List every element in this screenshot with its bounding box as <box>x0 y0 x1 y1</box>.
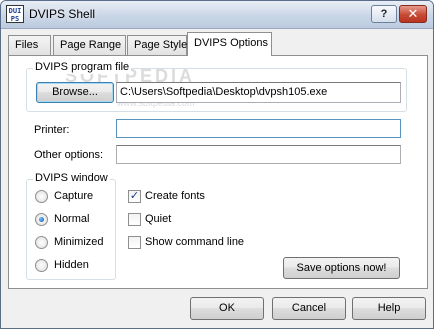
printer-label: Printer: <box>34 124 70 136</box>
tab-label: Files <box>15 39 39 51</box>
quiet-checkbox[interactable] <box>128 213 141 226</box>
tab-label: DVIPS Options <box>194 37 268 49</box>
ok-button[interactable]: OK <box>190 297 264 320</box>
create-fonts-label: Create fonts <box>145 190 205 202</box>
help-label: Help <box>377 302 401 314</box>
dvips-window-group-label: DVIPS window <box>33 172 110 185</box>
quiet-label: Quiet <box>145 213 172 225</box>
tab-label: Page Range <box>60 39 122 51</box>
cancel-button[interactable]: Cancel <box>272 297 346 320</box>
browse-button-label: Browse... <box>52 86 98 98</box>
program-path-value: C:\Users\Softpedia\Desktop\dvpsh105.exe <box>120 86 328 98</box>
radio-capture[interactable] <box>35 190 48 203</box>
radio-hidden-label: Hidden <box>54 259 89 271</box>
close-icon: ✕ <box>407 6 419 21</box>
close-button[interactable]: ✕ <box>399 5 427 23</box>
window-title: DVIPS Shell <box>29 7 96 21</box>
show-command-line-checkbox[interactable] <box>128 236 141 249</box>
radio-hidden[interactable] <box>35 259 48 272</box>
cancel-label: Cancel <box>291 302 327 314</box>
radio-normal[interactable] <box>35 213 48 226</box>
dvips-options-panel: SOFTPEDIA www.softpedia.com DVIPS progra… <box>8 55 428 289</box>
title-bar[interactable]: DUI PS DVIPS Shell ? ✕ <box>1 1 433 29</box>
radio-capture-label: Capture <box>54 190 94 202</box>
help-title-button[interactable]: ? <box>371 5 397 23</box>
show-command-line-label: Show command line <box>145 236 245 248</box>
ok-label: OK <box>219 302 235 314</box>
question-mark-icon: ? <box>380 8 388 20</box>
other-options-input[interactable] <box>116 145 401 164</box>
tab-label: Page Style <box>134 39 188 51</box>
radio-minimized[interactable] <box>35 236 48 249</box>
browse-button[interactable]: Browse... <box>36 82 114 103</box>
save-options-label: Save options now! <box>296 262 387 274</box>
program-file-group-label: DVIPS program file <box>33 61 132 74</box>
radio-minimized-label: Minimized <box>54 236 104 248</box>
dvips-app-icon: DUI PS <box>6 5 24 23</box>
printer-input[interactable] <box>116 119 401 138</box>
tab-page-style[interactable]: Page Style <box>127 35 187 55</box>
dialog-window: DUI PS DVIPS Shell ? ✕ Files Page Range … <box>0 0 434 329</box>
checkmark-icon: ✓ <box>129 190 140 202</box>
help-button[interactable]: Help <box>352 297 426 320</box>
other-options-label: Other options: <box>34 149 104 161</box>
tab-dvips-options[interactable]: DVIPS Options <box>187 32 272 56</box>
tab-files[interactable]: Files <box>8 35 51 55</box>
program-path-field[interactable]: C:\Users\Softpedia\Desktop\dvpsh105.exe <box>116 82 401 103</box>
create-fonts-checkbox[interactable]: ✓ <box>128 190 141 203</box>
radio-normal-label: Normal <box>54 213 90 225</box>
tab-page-range[interactable]: Page Range <box>53 35 126 55</box>
save-options-button[interactable]: Save options now! <box>283 257 400 279</box>
